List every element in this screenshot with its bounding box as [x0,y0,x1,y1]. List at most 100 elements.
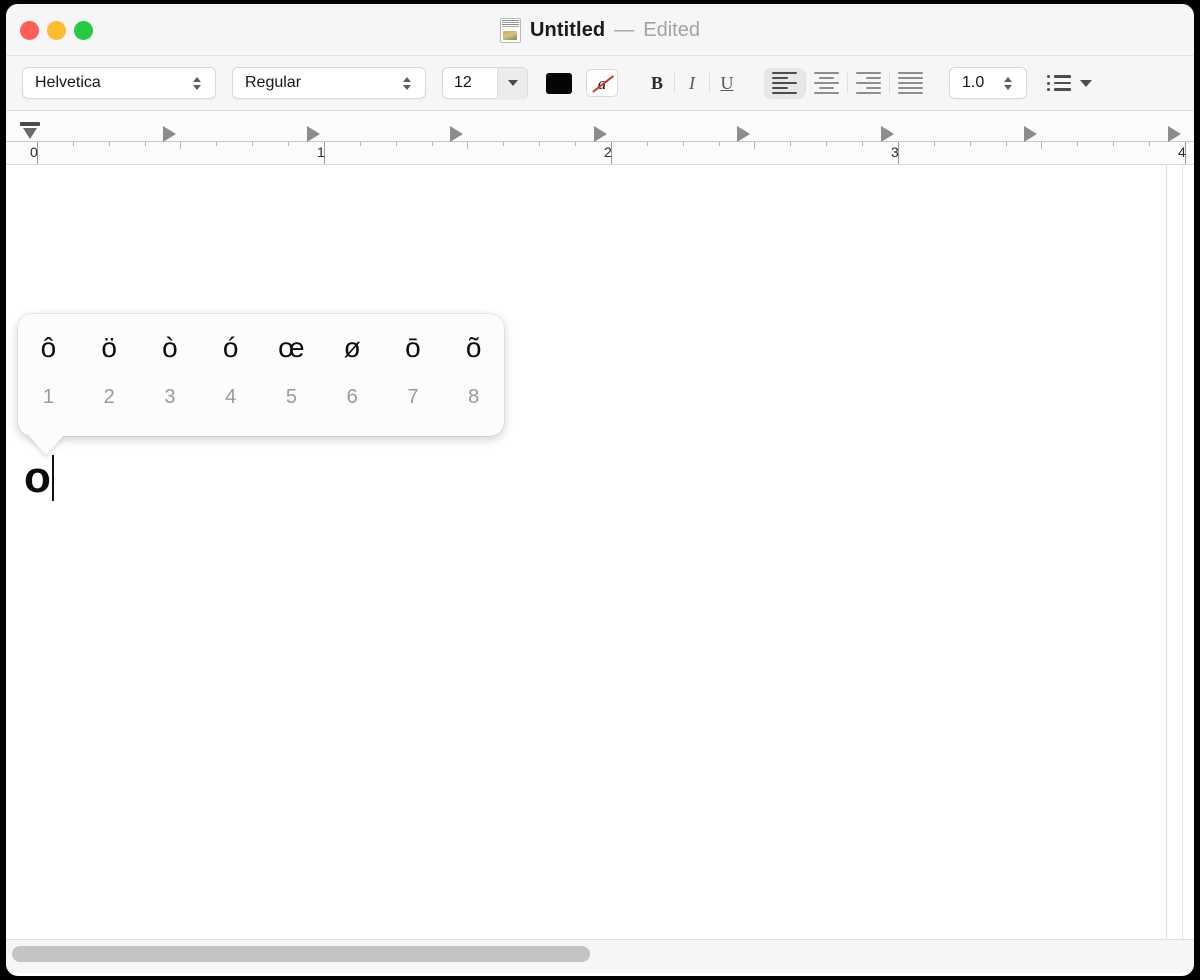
line-spacing-select[interactable]: 1.0 [949,67,1027,99]
font-style-value: Regular [233,74,396,92]
stepper-icon[interactable] [997,77,1019,90]
bulleted-list-icon [1047,75,1071,91]
ruler-tick [216,142,217,146]
tab-stop-marker[interactable] [881,126,894,142]
accent-char: ô [41,334,57,362]
ruler-tick [1077,142,1078,146]
document-title[interactable]: Untitled [530,19,605,42]
bold-label: B [651,73,663,94]
accent-number: 5 [286,387,297,407]
tab-stop-marker[interactable] [1024,126,1037,142]
typed-character: o [24,456,51,500]
ruler-tick [647,142,648,146]
ruler-tick [432,142,433,146]
tab-stop-marker[interactable] [450,126,463,142]
accent-number: 6 [347,387,358,407]
list-menu-button[interactable] [1047,75,1092,91]
page-edge [1166,165,1167,939]
edited-status: Edited [643,19,700,42]
align-right-button[interactable] [848,68,889,99]
ruler-tick [252,142,253,146]
bold-button[interactable]: B [640,68,674,99]
align-center-button[interactable] [806,68,847,99]
font-style-select[interactable]: Regular [232,67,426,99]
document-canvas[interactable]: ô ö ò ó œ ø ō õ 1 2 3 4 5 6 7 8 o [6,165,1194,939]
ruler-tick [754,142,755,149]
line-spacing-value: 1.0 [950,74,997,92]
title-separator: — [614,19,634,42]
tab-stop-marker[interactable] [737,126,750,142]
text-color-swatch[interactable] [546,73,572,94]
scrollbar-thumb[interactable] [12,946,590,962]
accent-key-8: 8 [443,387,504,407]
stepper-icon[interactable] [396,77,418,90]
accent-option-6[interactable]: ø [322,334,383,362]
accent-key-1: 1 [18,387,79,407]
page-margin [1182,165,1183,939]
underline-label: U [721,73,734,94]
align-justify-icon [898,72,923,95]
alignment-group [764,68,931,99]
accent-number: 8 [468,387,479,407]
textedit-window: Untitled — Edited Helvetica Regular 12 a [6,4,1194,976]
horizontal-scrollbar[interactable] [12,946,1188,962]
accent-option-1[interactable]: ô [18,334,79,362]
ruler-tick [288,142,289,146]
accent-character-popup[interactable]: ô ö ò ó œ ø ō õ 1 2 3 4 5 6 7 8 [18,314,504,436]
remove-formatting-icon[interactable]: a [586,69,618,97]
left-indent-marker[interactable] [20,122,40,143]
accent-characters-row: ô ö ò ó œ ø ō õ [18,334,504,362]
chevron-down-icon[interactable] [497,68,527,99]
ruler-tick [73,142,74,146]
accent-number: 4 [225,387,236,407]
chevron-down-icon[interactable] [1080,80,1092,87]
accent-key-3: 3 [140,387,201,407]
ruler-tick [826,142,827,146]
accent-option-4[interactable]: ó [200,334,261,362]
accent-char: õ [466,334,482,362]
font-size-input[interactable]: 12 [442,67,528,99]
ruler-tick [145,142,146,146]
ruler-tick [1149,142,1150,146]
align-center-icon [814,72,839,95]
accent-char: ó [223,334,239,362]
accent-option-7[interactable]: ō [383,334,444,362]
ruler-tick [503,142,504,146]
stepper-icon[interactable] [186,77,208,90]
font-family-select[interactable]: Helvetica [22,67,216,99]
underline-button[interactable]: U [710,68,744,99]
align-left-button[interactable] [764,68,805,99]
ruler-tick [467,142,468,149]
tab-stop-marker[interactable] [163,126,176,142]
accent-option-8[interactable]: õ [443,334,504,362]
ruler[interactable]: 0 1 2 3 4 [6,111,1194,165]
tab-stop-marker[interactable] [594,126,607,142]
accent-option-2[interactable]: ö [79,334,140,362]
tab-stop-marker[interactable] [307,126,320,142]
font-family-value: Helvetica [23,74,186,92]
ruler-label: 1 [317,144,325,160]
accent-numbers-row: 1 2 3 4 5 6 7 8 [18,387,504,407]
ruler-tick [575,142,576,146]
accent-option-5[interactable]: œ [261,334,322,362]
font-size-value: 12 [443,74,497,92]
accent-number: 3 [164,387,175,407]
accent-char: ö [101,334,117,362]
ruler-tick [683,142,684,146]
accent-key-5: 5 [261,387,322,407]
document-text[interactable]: o [24,455,54,501]
accent-option-3[interactable]: ò [140,334,201,362]
ruler-label: 2 [604,144,612,160]
ruler-tick [862,142,863,146]
ruler-label: 0 [30,144,38,160]
ruler-tick [109,142,110,146]
ruler-label: 4 [1178,144,1186,160]
ruler-tick [180,142,181,149]
align-justify-button[interactable] [890,68,931,99]
accent-char: œ [278,334,304,362]
accent-key-2: 2 [79,387,140,407]
tab-stop-marker[interactable] [1168,126,1181,142]
italic-button[interactable]: I [675,68,709,99]
ruler-tick [396,142,397,146]
accent-char: ø [344,334,361,362]
